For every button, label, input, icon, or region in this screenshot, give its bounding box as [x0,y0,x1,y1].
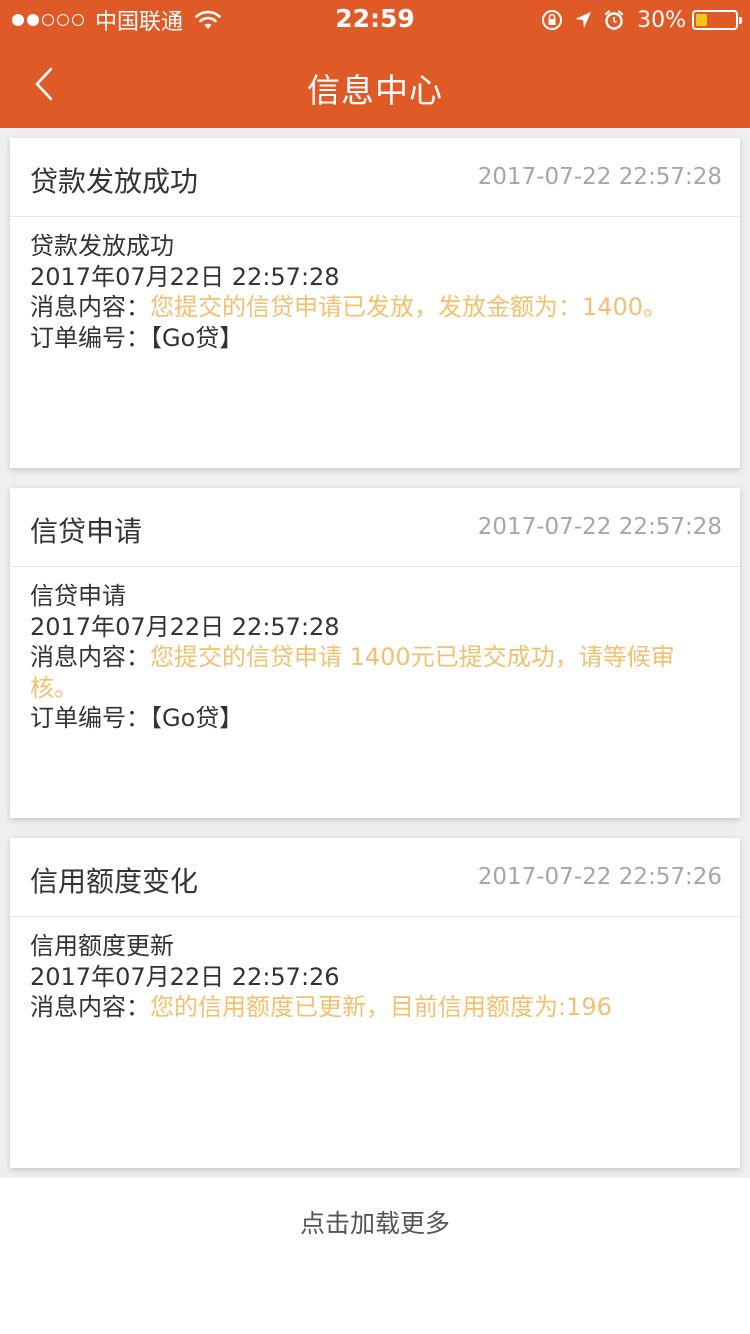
nav-bar: 信息中心 [0,40,750,128]
battery-icon [692,10,742,30]
alarm-icon [604,10,624,30]
message-content-label: 消息内容： [30,643,150,671]
message-content: 消息内容：您的信用额度已更新，目前信用额度为:196 [30,992,720,1023]
message-title: 信贷申请 [30,515,143,548]
message-card[interactable]: 贷款发放成功 2017-07-22 22:57:28 贷款发放成功 2017年0… [10,138,740,468]
message-card[interactable]: 信用额度变化 2017-07-22 22:57:26 信用额度更新 2017年0… [10,838,740,1168]
message-body: 信用额度更新 2017年07月22日 22:57:26 消息内容：您的信用额度已… [10,917,740,1023]
message-content-text: 您提交的信贷申请已发放，发放金额为：1400。 [150,293,668,321]
message-body-title: 信贷申请 [30,582,126,610]
status-right: 30% [531,6,742,34]
message-order: 订单编号：【Go贷】 [30,323,720,354]
message-content-text: 您的信用额度已更新，目前信用额度为:196 [150,993,612,1021]
orientation-lock-icon [542,10,563,30]
message-order-label: 订单编号： [30,323,150,352]
message-body-date: 2017年07月22日 22:57:28 [30,262,340,291]
message-body: 贷款发放成功 2017年07月22日 22:57:28 消息内容：您提交的信贷申… [10,217,740,353]
message-body-title: 信用额度更新 [30,932,174,960]
message-order-label: 订单编号： [30,704,150,732]
message-card[interactable]: 信贷申请 2017-07-22 22:57:28 信贷申请 2017年07月22… [10,488,740,818]
page-title: 信息中心 [307,71,443,110]
status-bar: 中国联通 22:59 30% [0,0,750,40]
message-timestamp: 2017-07-22 22:57:26 [477,864,722,890]
load-more-area: 点击加载更多 [0,1178,750,1334]
message-body-date: 2017年07月22日 22:57:28 [30,612,340,641]
load-more-button[interactable]: 点击加载更多 [0,1204,750,1240]
app-header: 中国联通 22:59 30% 信息中心 [0,0,750,128]
message-order: 订单编号：【Go贷】 [30,703,720,734]
message-card-header: 信用额度变化 2017-07-22 22:57:26 [10,838,740,917]
battery-level [696,14,707,26]
message-card-header: 贷款发放成功 2017-07-22 22:57:28 [10,138,740,217]
message-body-title: 贷款发放成功 [30,232,174,260]
message-body-date: 2017年07月22日 22:57:26 [30,962,340,991]
message-content-label: 消息内容： [30,993,150,1021]
message-timestamp: 2017-07-22 22:57:28 [477,514,722,540]
message-body: 信贷申请 2017年07月22日 22:57:28 消息内容：您提交的信贷申请 … [10,567,740,734]
message-title: 信用额度变化 [30,865,199,898]
battery-percent: 30% [637,7,686,33]
message-content: 消息内容：您提交的信贷申请已发放，发放金额为：1400。 [30,292,720,323]
message-card-header: 信贷申请 2017-07-22 22:57:28 [10,488,740,567]
message-title: 贷款发放成功 [30,165,199,198]
message-content-label: 消息内容： [30,293,150,321]
message-order-value: 【Go贷】 [150,704,244,732]
message-content: 消息内容：您提交的信贷申请 1400元已提交成功，请等候审核。 [30,642,720,703]
location-arrow-icon [575,12,592,28]
message-timestamp: 2017-07-22 22:57:28 [477,164,722,190]
message-order-value: 【Go贷】 [150,323,244,352]
